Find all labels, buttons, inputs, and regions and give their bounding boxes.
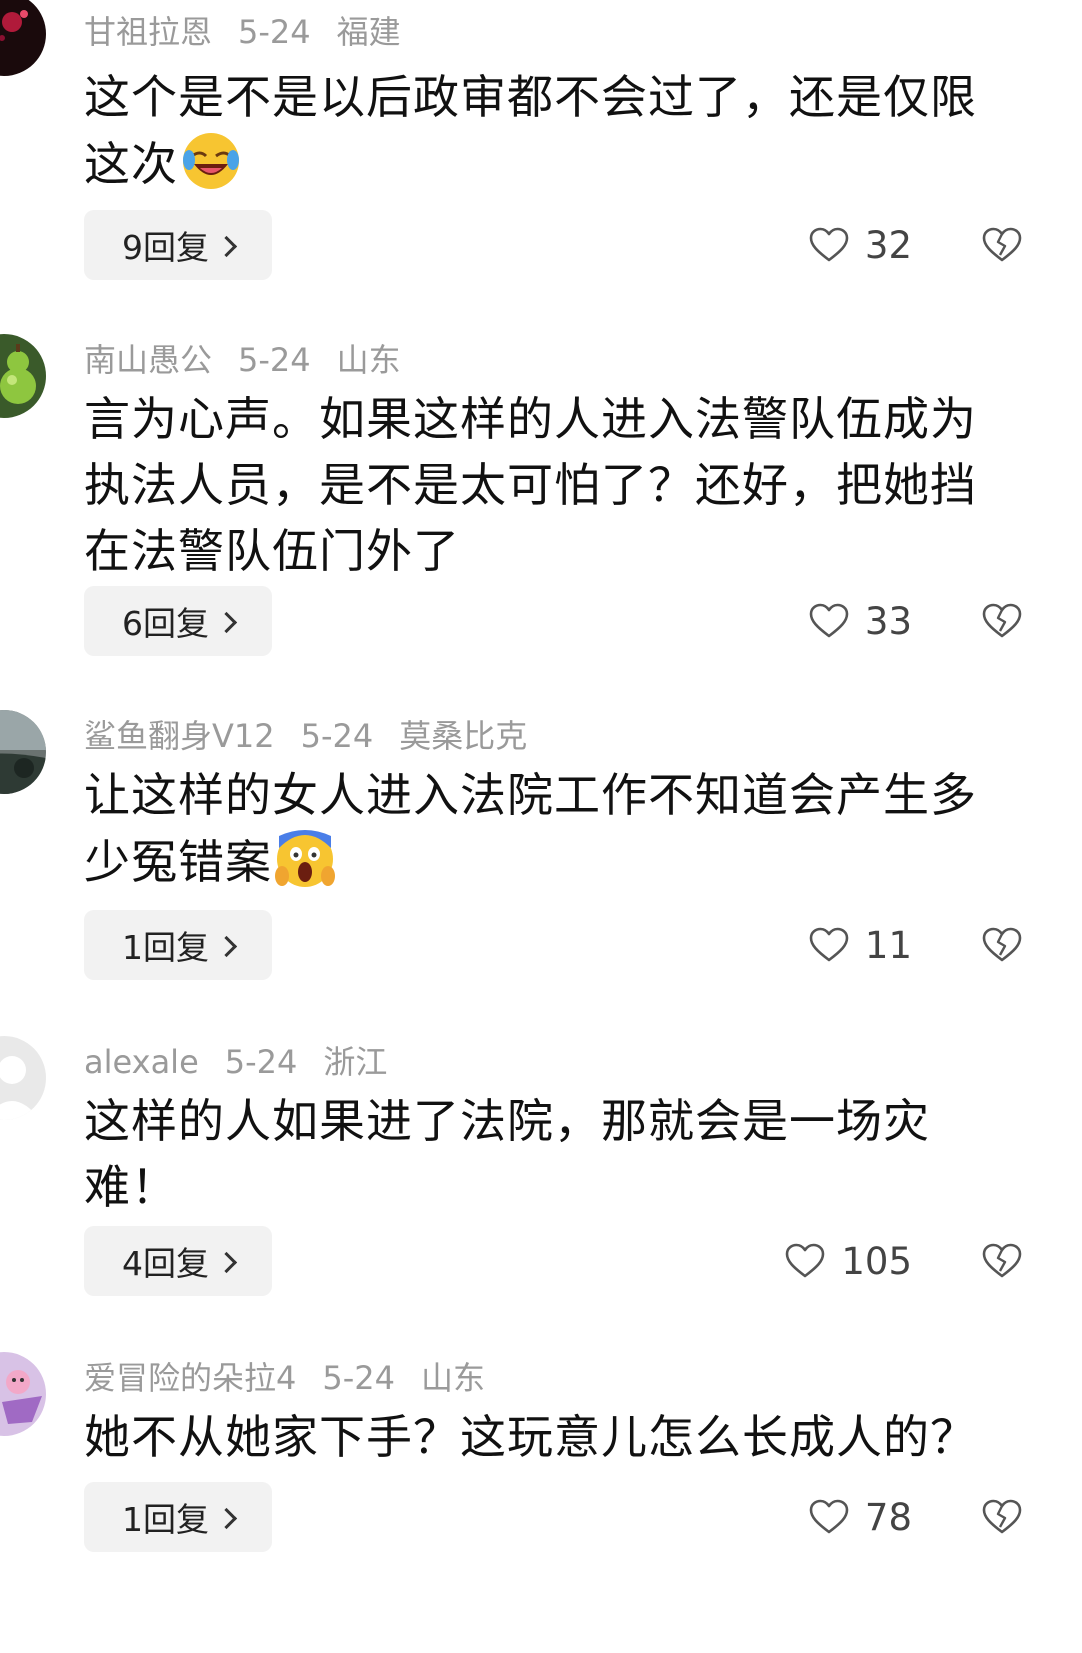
- like-count: 33: [864, 599, 912, 643]
- screaming-emoji-icon: [275, 830, 335, 887]
- reply-count-label: 1回复: [122, 928, 209, 967]
- comment-meta: 鲨鱼翻身V12 5-24 莫桑比克: [84, 720, 527, 752]
- comment-text-wrap: 让这样的女人进入法院工作不知道会产生多少冤错案: [84, 762, 1014, 895]
- heart-icon: [809, 603, 849, 638]
- like-button[interactable]: 33: [809, 586, 912, 656]
- username[interactable]: 鲨鱼翻身V12: [84, 717, 275, 755]
- broken-heart-icon: [982, 927, 1022, 962]
- comment-meta: 甘祖拉恩 5-24 福建: [84, 16, 401, 48]
- heart-icon: [809, 927, 849, 962]
- like-count: 32: [864, 223, 912, 267]
- comment-meta: 南山愚公 5-24 山东: [84, 344, 401, 376]
- view-replies-button[interactable]: 4回复: [84, 1226, 272, 1296]
- chevron-right-icon: [215, 935, 238, 957]
- default-user-icon: [0, 1036, 46, 1120]
- dislike-button[interactable]: [982, 910, 1022, 980]
- chevron-right-icon: [215, 611, 238, 633]
- comment-date: 5-24: [300, 717, 374, 755]
- chevron-right-icon: [215, 1507, 238, 1529]
- dislike-button[interactable]: [982, 1226, 1022, 1296]
- dislike-button[interactable]: [982, 210, 1022, 280]
- username[interactable]: 爱冒险的朵拉4: [84, 1359, 296, 1397]
- comment-date: 5-24: [322, 1359, 395, 1397]
- comment-meta: 爱冒险的朵拉4 5-24 山东: [84, 1362, 485, 1394]
- like-count: 11: [864, 923, 912, 967]
- like-button[interactable]: 105: [785, 1226, 912, 1296]
- comment-location: 莫桑比克: [399, 717, 528, 755]
- comment-text-wrap: 这个是不是以后政审都不会过了，还是仅限这次: [84, 64, 1014, 197]
- reply-count-label: 4回复: [122, 1244, 209, 1283]
- comment-text-wrap: 她不从她家下手？这玩意儿怎么长成人的？: [84, 1404, 1014, 1470]
- avatar-image: [0, 0, 46, 76]
- comment-text: 言为心声。如果这样的人进入法警队伍成为执法人员，是不是太可怕了？还好，把她挡在法…: [84, 392, 977, 578]
- heart-icon: [786, 1243, 825, 1278]
- comment-location: 浙江: [323, 1043, 388, 1081]
- heart-icon: [809, 227, 849, 262]
- username[interactable]: 甘祖拉恩: [84, 13, 212, 51]
- like-button[interactable]: 78: [809, 1482, 912, 1552]
- comment-location: 山东: [421, 1359, 486, 1397]
- username[interactable]: alexale: [84, 1043, 199, 1081]
- reply-count-label: 9回复: [122, 228, 209, 267]
- comment-text: 这样的人如果进了法院，那就会是一场灾难！: [84, 1094, 930, 1214]
- broken-heart-icon: [982, 227, 1022, 262]
- username[interactable]: 南山愚公: [84, 341, 212, 379]
- comment-date: 5-24: [224, 1043, 298, 1081]
- laughing-emoji-icon: [183, 133, 239, 189]
- like-count: 105: [841, 1239, 912, 1283]
- reply-count-label: 6回复: [122, 604, 209, 643]
- reply-count-label: 1回复: [122, 1500, 209, 1539]
- avatar[interactable]: [0, 1352, 46, 1436]
- avatar[interactable]: [0, 710, 46, 794]
- comment-meta: alexale 5-24 浙江: [84, 1046, 387, 1078]
- broken-heart-icon: [982, 1499, 1022, 1534]
- comment-date: 5-24: [238, 13, 311, 51]
- view-replies-button[interactable]: 1回复: [84, 910, 272, 980]
- broken-heart-icon: [982, 1243, 1022, 1278]
- chevron-right-icon: [215, 235, 238, 257]
- avatar-image: [0, 710, 46, 794]
- avatar[interactable]: [0, 334, 46, 418]
- avatar[interactable]: [0, 1036, 46, 1120]
- chevron-right-icon: [215, 1251, 238, 1273]
- comment-location: 福建: [336, 13, 401, 51]
- comment-location: 山东: [336, 341, 401, 379]
- like-button[interactable]: 11: [809, 910, 912, 980]
- comment-text-wrap: 这样的人如果进了法院，那就会是一场灾难！: [84, 1088, 944, 1220]
- avatar[interactable]: [0, 0, 46, 76]
- comment-text: 她不从她家下手？这玩意儿怎么长成人的？: [84, 1410, 977, 1464]
- view-replies-button[interactable]: 1回复: [84, 1482, 272, 1552]
- avatar-image: [0, 1352, 46, 1436]
- like-count: 78: [864, 1495, 912, 1539]
- dislike-button[interactable]: [982, 586, 1022, 656]
- avatar-image: [0, 334, 46, 418]
- broken-heart-icon: [982, 603, 1022, 638]
- like-button[interactable]: 32: [809, 210, 912, 280]
- view-replies-button[interactable]: 6回复: [84, 586, 272, 656]
- view-replies-button[interactable]: 9回复: [84, 210, 272, 280]
- heart-icon: [809, 1499, 849, 1534]
- comment-text: 让这样的女人进入法院工作不知道会产生多少冤错案: [84, 768, 977, 889]
- comment-text-wrap: 言为心声。如果这样的人进入法警队伍成为执法人员，是不是太可怕了？还好，把她挡在法…: [84, 386, 1014, 584]
- dislike-button[interactable]: [982, 1482, 1022, 1552]
- comment-date: 5-24: [238, 341, 311, 379]
